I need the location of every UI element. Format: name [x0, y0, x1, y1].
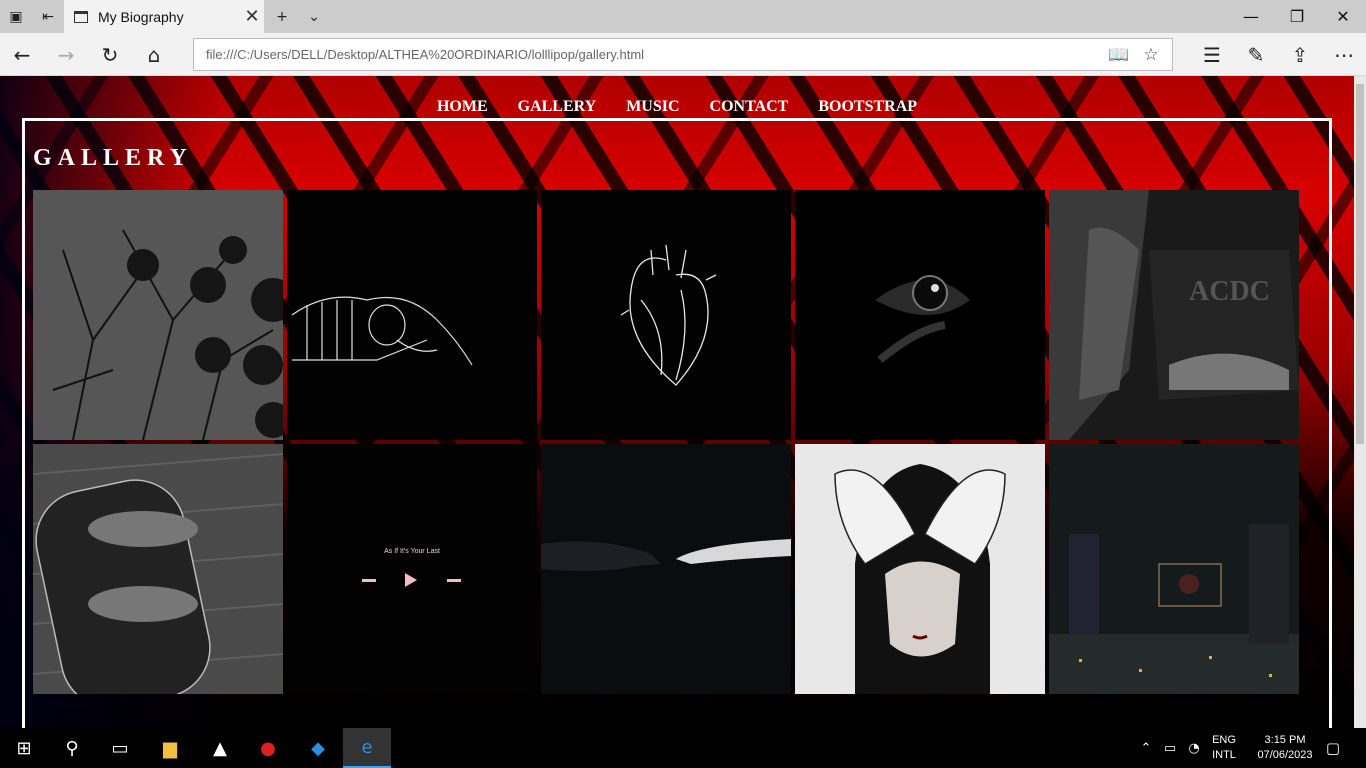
back-button[interactable]: ← [0, 33, 44, 76]
skeleton-embrace-sketch [287, 190, 537, 440]
notifications-icon[interactable]: ▢ [1310, 728, 1356, 768]
close-window-button[interactable]: ✕ [1320, 0, 1366, 33]
gallery-image-skeleton[interactable] [287, 190, 537, 440]
svg-text:ACDC: ACDC [1189, 276, 1270, 307]
restore-button[interactable]: ❐ [1274, 0, 1320, 33]
gallery-image-woman[interactable]: ACDC [1049, 190, 1299, 440]
favorites-hub-icon[interactable]: ☰ [1190, 33, 1234, 76]
reading-view-icon[interactable]: 📖 [1106, 43, 1132, 67]
page-viewport: HOME GALLERY MUSIC CONTACT BOOTSTRAP GAL… [0, 76, 1366, 728]
forward-button[interactable]: → [44, 33, 88, 76]
gallery-grid: ACDC As If It's Your Last [33, 190, 1303, 694]
site-menu: HOME GALLERY MUSIC CONTACT BOOTSTRAP [0, 98, 1354, 116]
file-explorer-icon[interactable]: ▆ [146, 728, 194, 768]
close-tab-icon[interactable]: ✕ [240, 6, 264, 27]
gallery-image-skateboard[interactable] [33, 444, 283, 694]
anatomical-heart-sketch [541, 190, 791, 440]
black-roses-photo [33, 190, 283, 440]
gallery-image-roses[interactable] [33, 190, 283, 440]
menu-contact[interactable]: CONTACT [710, 98, 789, 116]
photos-app-icon[interactable]: ▲ [196, 728, 244, 768]
tab-list-chevron-icon[interactable]: ⌄ [298, 0, 330, 33]
scrollbar-thumb[interactable] [1356, 84, 1364, 444]
start-icon[interactable]: ⊞ [0, 728, 48, 768]
share-icon[interactable]: ⇪ [1278, 33, 1322, 76]
menu-music[interactable]: MUSIC [626, 98, 679, 116]
keyboard-layout: INTL [1212, 749, 1236, 761]
browser-tab-bar: ▣ ⇤ My Biography ✕ + ⌄ — ❐ ✕ [0, 0, 1366, 33]
refresh-button[interactable]: ↻ [88, 33, 132, 76]
menu-home[interactable]: HOME [437, 98, 488, 116]
woman-rock-shirt-photo: ACDC [1049, 190, 1299, 440]
dark-eye-photo [795, 190, 1045, 440]
song-title: As If It's Your Last [384, 548, 440, 555]
address-bar[interactable]: file:///C:/Users/DELL/Desktop/ALTHEA%20O… [193, 38, 1173, 71]
browser-tab[interactable]: My Biography ✕ [64, 0, 264, 33]
language-code: ENG [1212, 734, 1236, 746]
minimize-button[interactable]: — [1228, 0, 1274, 33]
more-menu-icon[interactable]: ⋯ [1322, 33, 1366, 76]
home-button[interactable]: ⌂ [132, 33, 176, 76]
gallery-frame: GALLERY ACDC As If It's Your Last [22, 118, 1332, 728]
vscode-icon[interactable]: ◆ [294, 728, 342, 768]
gallery-image-heart[interactable] [541, 190, 791, 440]
set-tabs-aside-icon[interactable]: ⇤ [32, 0, 64, 33]
reaching-hands-photo [541, 444, 791, 694]
input-language[interactable]: ENG INTL [1208, 733, 1240, 763]
tab-title: My Biography [98, 8, 184, 25]
menu-bootstrap[interactable]: BOOTSTRAP [818, 98, 917, 116]
manga-girl-covering-eyes [795, 444, 1045, 694]
browser-nav-bar: ← → ↻ ⌂ file:///C:/Users/DELL/Desktop/AL… [0, 33, 1366, 76]
web-note-icon[interactable]: ✎ [1234, 33, 1278, 76]
gallery-image-manga[interactable] [795, 444, 1045, 694]
new-tab-icon[interactable]: + [266, 0, 298, 33]
menu-gallery[interactable]: GALLERY [518, 98, 597, 116]
url-text: file:///C:/Users/DELL/Desktop/ALTHEA%20O… [206, 47, 645, 62]
windows-taskbar: ⊞ ⚲ ▭ ▆ ▲ ● ◆ e ⌃ ▭ ◔ ENG INTL 3:15 PM 0… [0, 728, 1366, 768]
show-hidden-icons-chevron[interactable]: ⌃ [1134, 728, 1158, 768]
skateboard-photo [33, 444, 283, 694]
gallery-image-music-player[interactable]: As If It's Your Last [287, 444, 537, 694]
media-player-icon[interactable]: ● [244, 728, 292, 768]
city-night-collage [1049, 444, 1299, 694]
edge-browser-icon[interactable]: e [343, 728, 391, 768]
page-title: GALLERY [33, 145, 193, 171]
favorite-star-icon[interactable]: ☆ [1138, 43, 1164, 67]
page-scrollbar[interactable] [1354, 76, 1366, 728]
tabs-aside-icon[interactable]: ▣ [0, 0, 32, 33]
gallery-image-eye[interactable] [795, 190, 1045, 440]
music-player-screenshot [287, 444, 537, 694]
search-icon[interactable]: ⚲ [48, 728, 96, 768]
gallery-image-city[interactable] [1049, 444, 1299, 694]
page-icon [74, 10, 88, 23]
battery-icon[interactable]: ▭ [1158, 728, 1182, 768]
wifi-icon[interactable]: ◔ [1182, 728, 1206, 768]
task-view-icon[interactable]: ▭ [96, 728, 144, 768]
gallery-image-hands[interactable] [541, 444, 791, 694]
